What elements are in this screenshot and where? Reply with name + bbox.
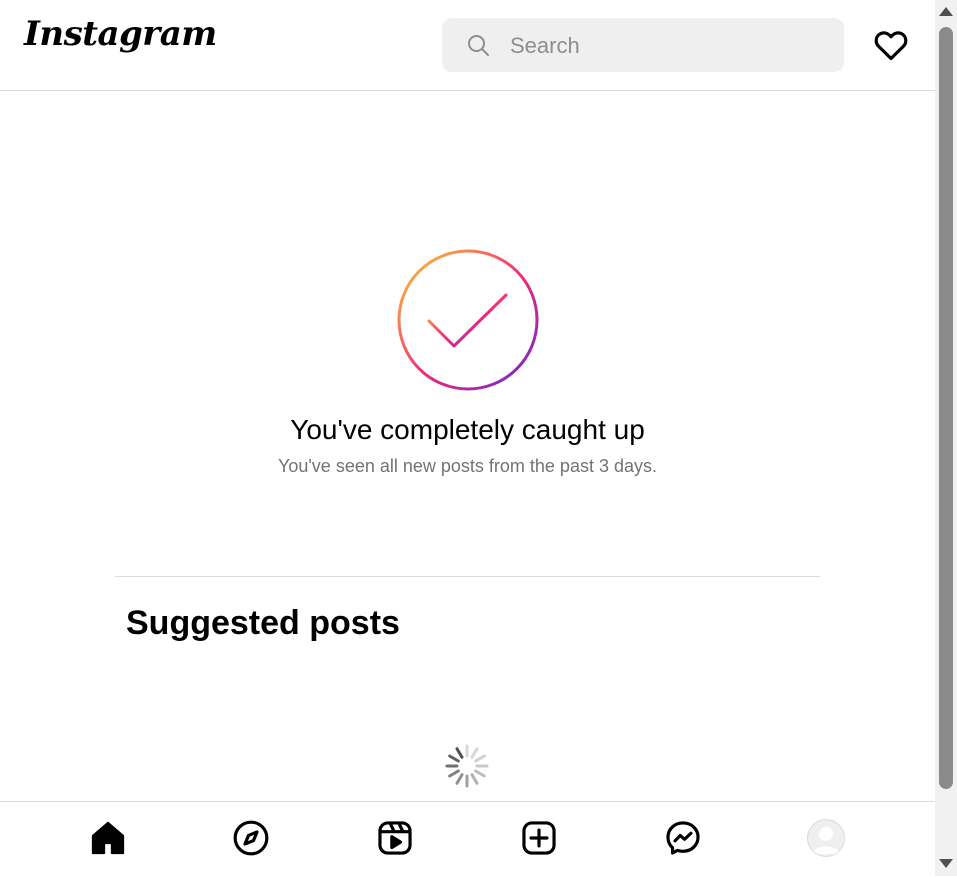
plus-square-icon [522,821,556,855]
bottom-navigation [0,801,935,877]
home-icon [91,821,125,855]
checkmark-gradient-ring-icon [397,249,538,391]
reels-icon [378,821,412,855]
compass-icon [233,820,269,856]
section-divider [115,576,820,577]
nav-reels[interactable] [375,818,415,858]
app: Instagram You've completely caug [0,0,935,877]
caught-up-title: You've completely caught up [290,414,645,445]
top-header: Instagram [0,0,935,91]
search-input[interactable] [508,18,832,74]
nav-explore[interactable] [231,818,271,858]
default-avatar-icon [812,827,840,854]
avatar [807,819,845,857]
loading-spinner-icon [445,744,489,788]
nav-profile[interactable] [806,818,846,858]
nav-create[interactable] [519,818,559,858]
caught-up-subtitle: You've seen all new posts from the past … [278,456,657,476]
heart-icon[interactable] [872,26,910,64]
scroll-up-arrow-icon[interactable] [939,7,953,16]
search-icon [468,35,489,56]
instagram-logo[interactable]: Instagram [24,14,217,54]
search-bar[interactable] [442,18,844,74]
scroll-down-arrow-icon[interactable] [939,859,953,868]
scrollbar[interactable] [935,0,957,876]
scrollbar-thumb[interactable] [939,27,953,789]
messenger-icon [666,821,700,855]
nav-home[interactable] [88,818,128,858]
suggested-posts-heading: Suggested posts [126,604,400,642]
nav-messages[interactable] [663,818,703,858]
caught-up-section: You've completely caught up You've seen … [0,248,935,477]
